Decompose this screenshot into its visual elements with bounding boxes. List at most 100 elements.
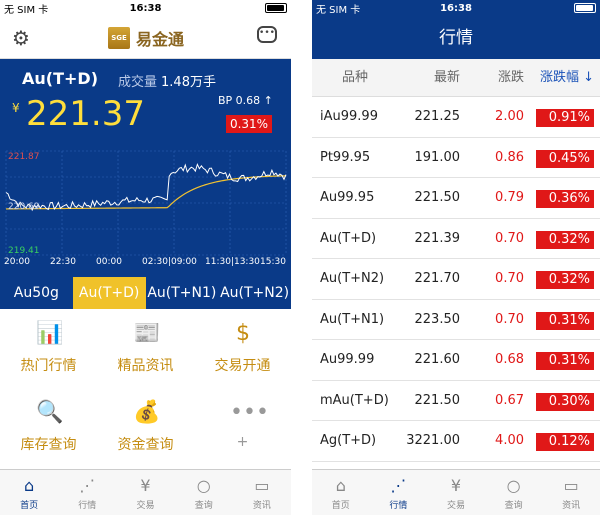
tabbar-home[interactable]: ⌂ 首页 <box>0 470 58 515</box>
row-change-pct: 0.31% <box>536 352 594 370</box>
tab-au-tn1[interactable]: Au(T+N1) <box>146 277 219 309</box>
row-name: Pt99.95 <box>320 149 371 165</box>
table-row[interactable]: Ag(T+D) 3221.00 4.00 0.12% <box>312 421 600 462</box>
grid-label: 资金查询 <box>117 437 174 453</box>
tab-au-tn2[interactable]: Au(T+N2) <box>218 277 291 309</box>
grid-label: 库存查询 <box>20 437 77 453</box>
col-change[interactable]: 涨跌 <box>478 59 524 97</box>
chat-icon[interactable]: ••• <box>257 26 277 43</box>
col-change-pct[interactable]: 涨跌幅 ↓ <box>536 59 594 97</box>
battery-icon <box>574 3 596 13</box>
more-dots-icon: ••• <box>230 400 269 425</box>
home-icon: ⌂ <box>24 476 35 495</box>
volume-value: 1.48万手 <box>161 75 216 90</box>
feature-grid: 📊 热门行情 📰 精品资讯 $ 交易开通 🔍 库存查询 💰 资金查询 ••• + <box>0 309 291 467</box>
tabbar-news[interactable]: ▭ 资讯 <box>233 470 291 515</box>
tabbar-label: 首页 <box>331 501 350 511</box>
contract-tabs: Au50g Au(T+D) Au(T+N1) Au(T+N2) <box>0 277 291 309</box>
row-change: 2.00 <box>495 109 524 124</box>
tabbar-market[interactable]: ⋰ 行情 <box>58 470 116 515</box>
newspaper-icon: 📰 <box>133 321 161 346</box>
y-tick-label: 221.87 <box>8 152 40 162</box>
tab-au50g[interactable]: Au50g <box>0 277 73 309</box>
row-change-pct: 0.30% <box>536 392 594 411</box>
x-tick-label: 11:30|13:30 <box>205 257 260 267</box>
quote-panel[interactable]: Au(T+D) 成交量 1.48万手 ¥ 221.37 BP 0.68 ↑ 0.3… <box>0 59 291 277</box>
intraday-chart[interactable]: 221.87 220.69 219.41 <box>0 145 291 263</box>
open-trading-item[interactable]: $ 交易开通 <box>194 309 291 388</box>
battery-icon <box>265 3 287 13</box>
news-item[interactable]: 📰 精品资讯 <box>97 309 194 388</box>
row-last: 221.60 <box>414 352 461 367</box>
yen-icon: ¥ <box>450 476 462 495</box>
money-bag-icon: 💰 <box>133 400 161 425</box>
tab-bar: ⌂ 首页 ⋰ 行情 ¥ 交易 ○ 查询 ▭ 资讯 <box>0 469 291 515</box>
brand-name: 易金通 <box>136 30 185 49</box>
x-tick-label: 22:30 <box>50 257 76 267</box>
tabbar-trade[interactable]: ¥ 交易 <box>116 470 174 515</box>
tabbar-query[interactable]: ○ 查询 <box>175 470 233 515</box>
table-row[interactable]: iAu99.99 221.25 2.00 0.91% <box>312 97 600 138</box>
trend-icon: ⋰ <box>79 476 96 495</box>
trend-icon: ⋰ <box>390 476 407 495</box>
quote-price: 221.37 <box>26 94 145 134</box>
grid-label: + <box>236 434 249 450</box>
row-change-pct: 0.31% <box>536 311 594 330</box>
row-name: iAu99.99 <box>320 109 378 124</box>
tabbar-market[interactable]: ⋰ 行情 <box>370 470 428 515</box>
row-last: 191.00 <box>414 149 461 165</box>
table-row[interactable]: Au99.99 221.60 0.68 0.31% <box>312 340 600 381</box>
row-change: 4.00 <box>495 433 524 448</box>
row-change: 0.70 <box>495 311 524 327</box>
col-last[interactable]: 最新 <box>402 59 460 97</box>
inventory-query-item[interactable]: 🔍 库存查询 <box>0 388 97 467</box>
row-change-pct: 0.12% <box>536 433 594 451</box>
divider <box>291 0 312 515</box>
bar-chart-icon: 📊 <box>36 321 64 346</box>
tabbar-label: 交易 <box>446 501 465 511</box>
x-tick-label: 20:00 <box>4 257 30 267</box>
row-name: Au(T+D) <box>320 230 377 246</box>
row-name: Au(T+N2) <box>320 271 385 286</box>
row-change: 0.70 <box>495 271 524 286</box>
tabbar-home[interactable]: ⌂ 首页 <box>312 470 370 515</box>
x-tick-label: 02:30|09:00 <box>142 257 197 267</box>
tabbar-label: 查询 <box>194 501 213 511</box>
home-icon: ⌂ <box>335 476 346 495</box>
table-row[interactable]: Pt99.95 191.00 0.86 0.45% <box>312 138 600 178</box>
currency-symbol: ¥ <box>12 101 20 115</box>
table-row[interactable]: Au99.95 221.50 0.79 0.36% <box>312 178 600 219</box>
row-last: 221.70 <box>414 271 461 286</box>
status-bar: 无 SIM 卡 16:38 <box>0 0 291 17</box>
tabbar-query[interactable]: ○ 查询 <box>485 470 543 515</box>
tabbar-trade[interactable]: ¥ 交易 <box>427 470 485 515</box>
row-change: 0.86 <box>495 149 524 165</box>
row-change: 0.68 <box>495 352 524 367</box>
hot-quotes-item[interactable]: 📊 热门行情 <box>0 309 97 388</box>
table-row[interactable]: mAu(T+D) 221.50 0.67 0.30% <box>312 381 600 421</box>
funds-query-item[interactable]: 💰 资金查询 <box>97 388 194 467</box>
x-tick-label: 00:00 <box>96 257 122 267</box>
home-screen: 无 SIM 卡 16:38 ⚙ SGE 易金通 ••• Au(T+D) 成交量 1… <box>0 0 291 515</box>
tabbar-label: 行情 <box>389 501 408 511</box>
table-row[interactable]: Au(T+N1) 223.50 0.70 0.31% <box>312 300 600 340</box>
row-change: 0.67 <box>495 392 524 408</box>
tabbar-label: 资讯 <box>252 501 271 511</box>
y-tick-label: 219.41 <box>8 246 40 256</box>
bp-value: BP 0.68 ↑ <box>218 94 273 107</box>
row-change-pct: 0.32% <box>536 230 594 249</box>
more-item[interactable]: ••• + <box>194 388 291 467</box>
row-change: 0.79 <box>495 190 524 205</box>
table-row[interactable]: Au(T+D) 221.39 0.70 0.32% <box>312 219 600 259</box>
gear-icon[interactable]: ⚙ <box>12 26 30 50</box>
row-last: 221.50 <box>414 392 461 408</box>
arrow-up-icon: ↑ <box>263 94 273 107</box>
tabbar-news[interactable]: ▭ 资讯 <box>542 470 600 515</box>
tabbar-label: 交易 <box>136 501 155 511</box>
search-icon: ○ <box>506 476 521 495</box>
tab-au-td[interactable]: Au(T+D) <box>72 277 146 309</box>
status-time: 16:38 <box>129 3 162 14</box>
search-icon: ○ <box>196 476 211 495</box>
table-row[interactable]: Au(T+N2) 221.70 0.70 0.32% <box>312 259 600 300</box>
quote-table: iAu99.99 221.25 2.00 0.91% Pt99.95 191.00 0.86… <box>312 97 600 462</box>
